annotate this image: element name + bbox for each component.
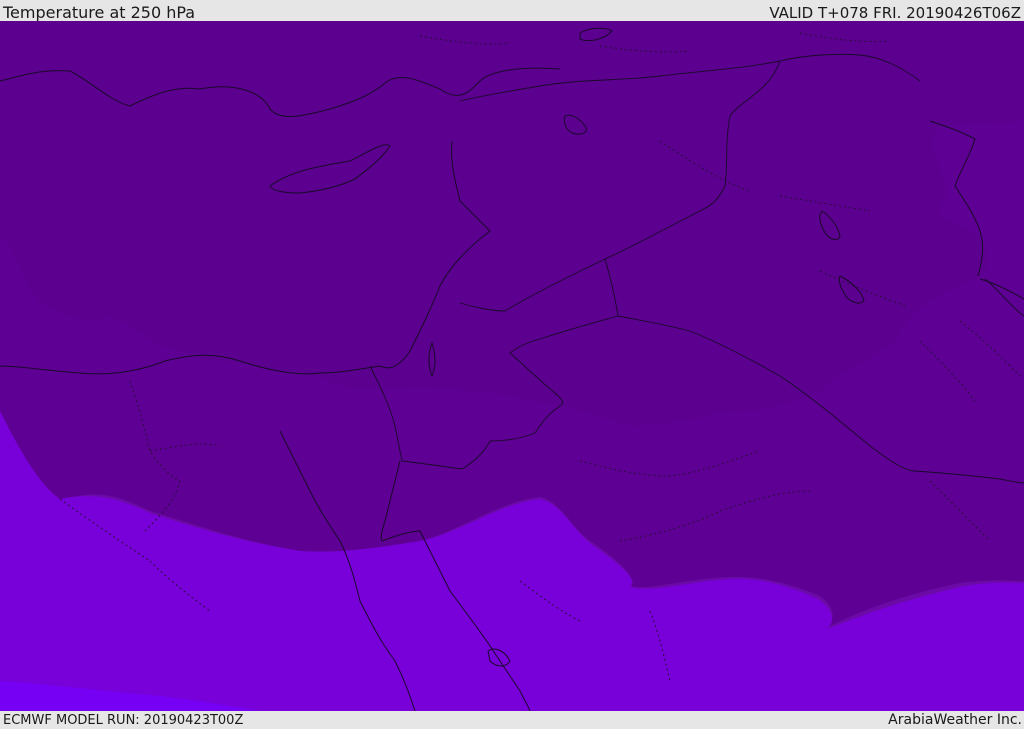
valid-time: VALID T+078 FRI. 20190426T06Z	[769, 4, 1021, 22]
credit-label: ArabiaWeather Inc.	[888, 712, 1022, 728]
header-bar: Temperature at 250 hPa VALID T+078 FRI. …	[0, 0, 1024, 22]
map-title: Temperature at 250 hPa	[3, 3, 196, 22]
temperature-map	[0, 21, 1024, 711]
model-run-label: ECMWF MODEL RUN: 20190423T00Z	[3, 713, 244, 728]
footer-bar: ECMWF MODEL RUN: 20190423T00Z ArabiaWeat…	[0, 711, 1024, 729]
weather-map-page: Temperature at 250 hPa VALID T+078 FRI. …	[0, 0, 1024, 729]
